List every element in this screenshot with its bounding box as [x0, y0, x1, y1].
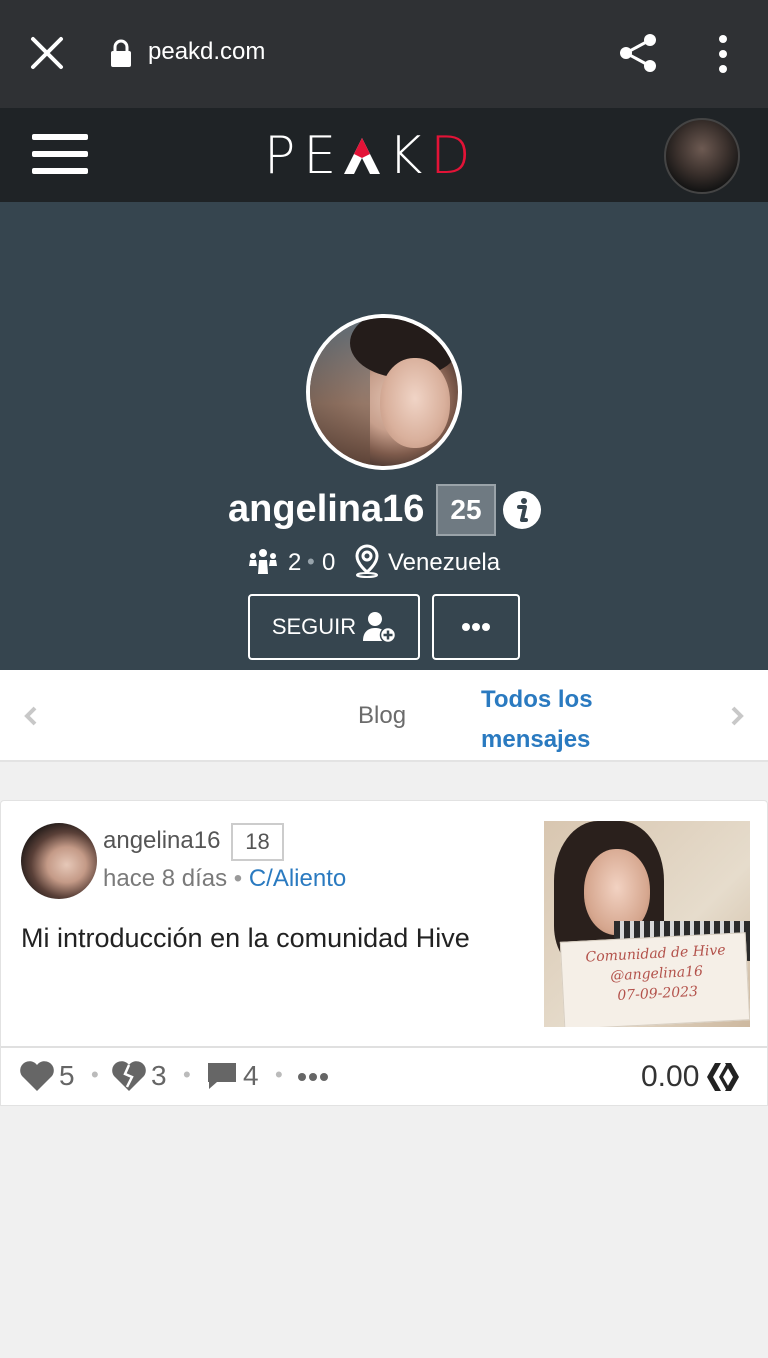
tab-all-posts[interactable]: Todos los mensajes	[481, 680, 621, 760]
profile-stats: 2 • 0 Venezuela	[0, 542, 768, 582]
location-pin-icon	[355, 544, 379, 578]
profile-name-row: angelina16 25	[0, 484, 768, 536]
ellipsis-icon	[462, 623, 490, 631]
post-payout[interactable]: 0.00	[641, 1060, 743, 1094]
close-icon[interactable]	[28, 34, 66, 72]
meta-separator: •	[233, 865, 243, 892]
comments-button[interactable]: 4	[205, 1060, 259, 1092]
profile-tabs: Blog Todos los mensajes	[0, 670, 768, 762]
post-time: hace 8 días	[103, 865, 228, 892]
post-author-reputation: 18	[231, 823, 284, 861]
location-text: Venezuela	[388, 549, 501, 576]
hamburger-menu-icon[interactable]	[32, 134, 88, 176]
post-author[interactable]: angelina16	[103, 827, 220, 855]
followers-count[interactable]: 2	[288, 549, 301, 577]
profile-avatar	[306, 314, 462, 470]
chevron-right-icon[interactable]	[728, 706, 746, 726]
url-text[interactable]: peakd.com	[148, 38, 265, 66]
comment-count: 4	[243, 1060, 259, 1091]
user-avatar[interactable]	[664, 118, 740, 194]
post-author-avatar[interactable]	[21, 823, 97, 899]
followers-icon	[249, 549, 277, 574]
broken-heart-icon	[112, 1061, 146, 1091]
post-meta: hace 8 días • C/Aliento	[103, 865, 346, 893]
more-options-button[interactable]	[432, 594, 520, 660]
follow-button[interactable]: SEGUIR	[248, 594, 420, 660]
browser-toolbar: peakd.com	[0, 0, 768, 108]
add-user-icon	[363, 612, 397, 643]
downvote-button[interactable]: 3	[111, 1060, 167, 1092]
info-icon[interactable]	[502, 490, 542, 530]
post-more-icon[interactable]	[297, 1072, 329, 1082]
downvote-count: 3	[151, 1060, 167, 1091]
peakd-logo[interactable]: PE K D	[264, 126, 478, 186]
post-community[interactable]: C/Aliento	[249, 865, 346, 892]
post-thumbnail[interactable]: Comunidad de Hive @angelina16 07-09-2023	[544, 821, 750, 1027]
reputation-badge: 25	[436, 484, 496, 536]
overflow-menu-icon[interactable]	[712, 34, 734, 74]
logo-triangle-icon	[344, 138, 381, 174]
app-header: PE K D	[0, 108, 768, 202]
upvote-count: 5	[59, 1060, 75, 1091]
chevron-left-icon[interactable]	[22, 706, 40, 726]
upvote-button[interactable]: 5	[19, 1060, 75, 1092]
separator-dot: •	[307, 549, 315, 574]
hive-icon	[707, 1063, 740, 1091]
lock-icon	[111, 39, 131, 67]
share-icon[interactable]	[618, 32, 658, 74]
heart-icon	[20, 1061, 54, 1091]
post-actions-bar: 5 • 3 • 4 • 0.00	[0, 1046, 768, 1106]
post-title[interactable]: Mi introducción en la comunidad Hive	[21, 923, 470, 954]
profile-cover: angelina16 25 2 • 0 Venezuela SEGUIR	[0, 202, 768, 670]
comment-icon	[208, 1063, 236, 1089]
thumbnail-sign: Comunidad de Hive @angelina16 07-09-2023	[559, 932, 750, 1027]
following-count[interactable]: 0	[322, 549, 335, 577]
profile-username: angelina16	[228, 488, 425, 530]
tab-blog[interactable]: Blog	[358, 702, 406, 730]
